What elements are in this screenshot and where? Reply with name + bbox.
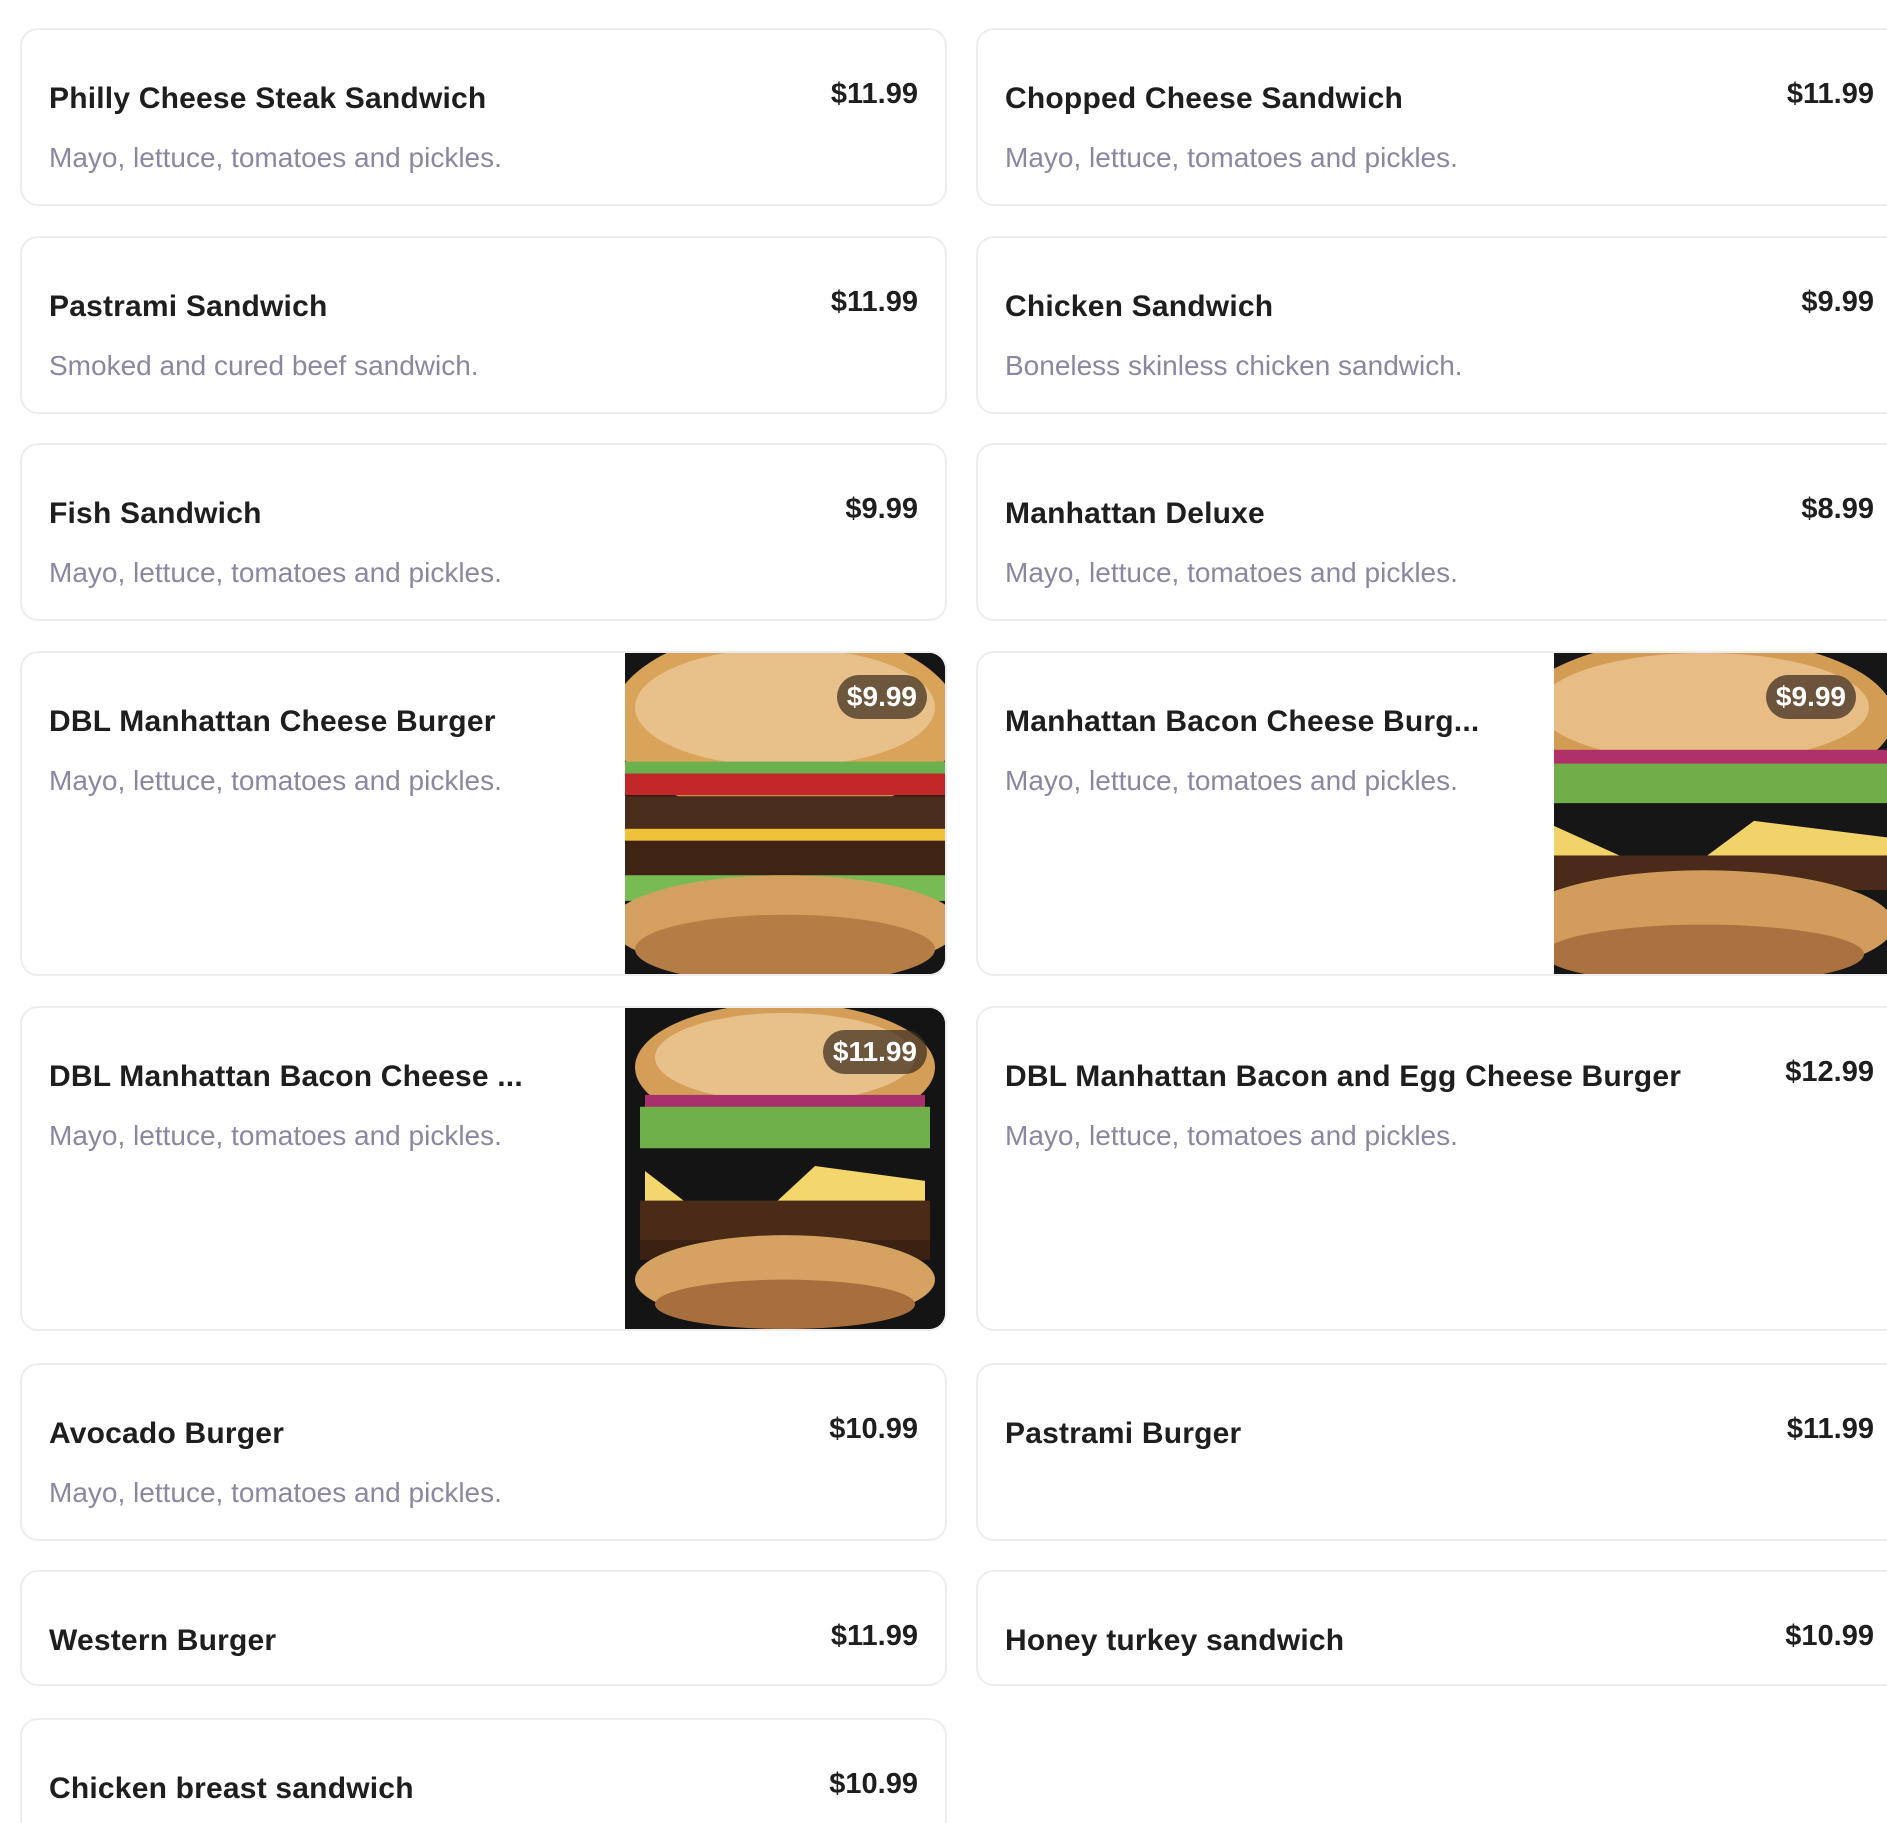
menu-item-description: Mayo, lettuce, tomatoes and pickles. [1005,765,1458,796]
menu-item-name: Pastrami Sandwich [49,290,328,323]
menu-item-price: $11.99 [1786,1413,1874,1445]
menu-item-price: $11.99 [830,286,918,318]
menu-item-body: Manhattan Deluxe Mayo, lettuce, tomatoes… [1005,471,1874,599]
menu-item-card[interactable]: DBL Manhattan Bacon Cheese ... Mayo, let… [20,1006,947,1331]
menu-item-description: Mayo, lettuce, tomatoes and pickles. [49,1120,502,1151]
menu-item-description: Mayo, lettuce, tomatoes and pickles. [49,142,502,173]
menu-item-card[interactable]: Western Burger $11.99 [20,1570,947,1686]
menu-item-body: Chicken Sandwich Boneless skinless chick… [1005,264,1874,392]
menu-item-name: Avocado Burger [49,1417,285,1450]
menu-item-description: Mayo, lettuce, tomatoes and pickles. [1005,557,1458,588]
menu-item-description: Mayo, lettuce, tomatoes and pickles. [49,1477,502,1508]
menu-item-body: DBL Manhattan Cheese Burger Mayo, lettuc… [49,679,605,954]
menu-item-body: DBL Manhattan Bacon and Egg Cheese Burge… [1005,1034,1874,1309]
menu-item-card[interactable]: Philly Cheese Steak Sandwich Mayo, lettu… [20,28,947,206]
menu-item-card[interactable]: Chopped Cheese Sandwich Mayo, lettuce, t… [976,28,1887,206]
menu-item-card[interactable]: Chicken Sandwich Boneless skinless chick… [976,236,1887,414]
menu-item-body: Pastrami Burger $11.99 [1005,1391,1874,1519]
menu-item-name: Chicken Sandwich [1005,290,1274,323]
menu-item-price: $10.99 [829,1413,918,1445]
menu-item-name: DBL Manhattan Bacon Cheese ... [49,1060,523,1093]
menu-item-price: $8.99 [1801,493,1874,525]
menu-item-description: Boneless skinless chicken sandwich. [1005,350,1463,381]
menu-item-body: DBL Manhattan Bacon Cheese ... Mayo, let… [49,1034,605,1309]
menu-item-price: $9.99 [836,675,927,719]
menu-item-body: Chopped Cheese Sandwich Mayo, lettuce, t… [1005,56,1874,184]
menu-item-body: Avocado Burger Mayo, lettuce, tomatoes a… [49,1391,918,1519]
burger-photo[interactable]: $9.99 [1554,653,1887,974]
menu-item-name: Western Burger [49,1624,277,1657]
menu-item-card[interactable]: Fish Sandwich Mayo, lettuce, tomatoes an… [20,443,947,621]
burger-photo[interactable]: $11.99 [625,1008,945,1329]
menu-item-price: $12.99 [1785,1056,1874,1088]
menu-item-body: Honey turkey sandwich $10.99 [1005,1598,1874,1664]
menu-item-price: $11.99 [830,1620,918,1652]
menu-item-price: $11.99 [1786,78,1874,110]
menu-item-price: $11.99 [830,78,918,110]
menu-item-body: Western Burger $11.99 [49,1598,918,1664]
menu-item-price: $10.99 [1785,1620,1874,1652]
menu-item-description: Mayo, lettuce, tomatoes and pickles. [49,557,502,588]
burger-photo[interactable]: $9.99 [625,653,945,974]
menu-item-description: Mayo, lettuce, tomatoes and pickles. [49,765,502,796]
menu-item-name: Philly Cheese Steak Sandwich [49,82,487,115]
menu-item-description: Smoked and cured beef sandwich. [49,350,479,381]
menu-item-body: Manhattan Bacon Cheese Burg... Mayo, let… [1005,679,1534,954]
menu-page: Philly Cheese Steak Sandwich Mayo, lettu… [0,0,1887,1823]
menu-item-price: $9.99 [1765,675,1856,719]
menu-item-description: Mayo, lettuce, tomatoes and pickles. [1005,142,1458,173]
menu-item-name: Chicken breast sandwich [49,1772,414,1805]
menu-item-card[interactable]: Honey turkey sandwich $10.99 [976,1570,1887,1686]
menu-item-name: Manhattan Bacon Cheese Burg... [1005,705,1480,738]
menu-item-price: $9.99 [1801,286,1874,318]
menu-item-card[interactable]: DBL Manhattan Cheese Burger Mayo, lettuc… [20,651,947,976]
menu-item-card[interactable]: Pastrami Sandwich Smoked and cured beef … [20,236,947,414]
menu-grid: Philly Cheese Steak Sandwich Mayo, lettu… [0,0,1887,1823]
menu-item-name: Honey turkey sandwich [1005,1624,1345,1657]
menu-item-name: Manhattan Deluxe [1005,497,1265,530]
menu-item-card[interactable]: Manhattan Deluxe Mayo, lettuce, tomatoes… [976,443,1887,621]
menu-item-name: DBL Manhattan Cheese Burger [49,705,496,738]
menu-item-description: Mayo, lettuce, tomatoes and pickles. [1005,1120,1458,1151]
menu-item-card[interactable]: Manhattan Bacon Cheese Burg... Mayo, let… [976,651,1887,976]
menu-item-card[interactable]: Avocado Burger Mayo, lettuce, tomatoes a… [20,1363,947,1541]
menu-item-card[interactable]: DBL Manhattan Bacon and Egg Cheese Burge… [976,1006,1887,1331]
menu-item-body: Pastrami Sandwich Smoked and cured beef … [49,264,918,392]
menu-item-card[interactable]: Chicken breast sandwich $10.99 [20,1718,947,1823]
menu-item-body: Chicken breast sandwich $10.99 [49,1746,918,1823]
menu-item-price: $9.99 [845,493,918,525]
menu-item-body: Philly Cheese Steak Sandwich Mayo, lettu… [49,56,918,184]
menu-item-card[interactable]: Pastrami Burger $11.99 [976,1363,1887,1541]
menu-item-name: Fish Sandwich [49,497,262,530]
menu-item-name: Pastrami Burger [1005,1417,1242,1450]
menu-item-body: Fish Sandwich Mayo, lettuce, tomatoes an… [49,471,918,599]
menu-item-name: DBL Manhattan Bacon and Egg Cheese Burge… [1005,1060,1682,1093]
menu-item-price: $11.99 [822,1030,927,1074]
menu-item-name: Chopped Cheese Sandwich [1005,82,1403,115]
menu-item-price: $10.99 [829,1768,918,1800]
